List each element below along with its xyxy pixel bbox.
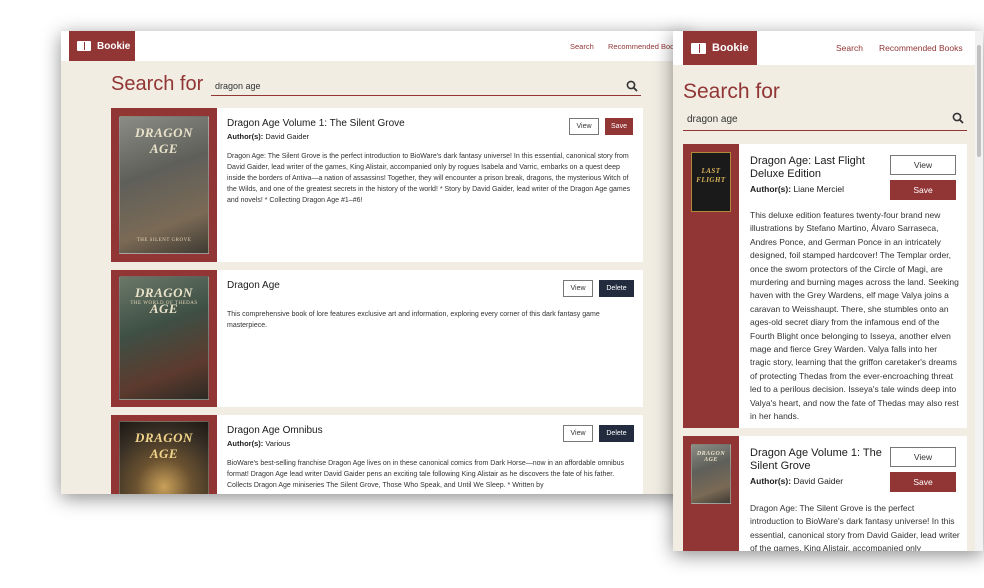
search-bar bbox=[683, 109, 967, 131]
book-cover[interactable]: DRAGON AGE THE WORLD OF THEDAS bbox=[119, 276, 209, 400]
view-button[interactable]: View bbox=[890, 155, 956, 175]
navbar: Bookie Search Recommended Books bbox=[673, 31, 975, 65]
book-authors: Author(s): David Gaider bbox=[750, 476, 844, 486]
search-icon[interactable] bbox=[626, 80, 638, 92]
book-card: DRAGON AGE Dragon Age Volume 1: The Sile… bbox=[683, 436, 967, 551]
book-authors: Author(s): David Gaider bbox=[227, 132, 310, 141]
cover-column: DRAGON AGE THE SILENT GROVE bbox=[111, 108, 217, 262]
save-button[interactable]: Save bbox=[890, 472, 956, 492]
book-card: DRAGON AGE THE SILENT GROVE Dragon Age V… bbox=[111, 108, 643, 262]
book-title: Dragon Age Volume 1: The Silent Grove bbox=[227, 118, 405, 129]
page-title: Search for bbox=[683, 80, 780, 103]
book-title: Dragon Age Volume 1: The Silent Grove bbox=[750, 447, 882, 472]
nav-link-recommended[interactable]: Recommended Books bbox=[608, 42, 682, 51]
view-button[interactable]: View bbox=[569, 118, 599, 135]
book-title: Dragon Age: Last Flight Deluxe Edition bbox=[750, 155, 865, 180]
brand-logo[interactable]: Bookie bbox=[683, 31, 757, 65]
nav-link-search[interactable]: Search bbox=[570, 42, 594, 51]
nav-link-recommended[interactable]: Recommended Books bbox=[879, 43, 963, 53]
delete-button[interactable]: Delete bbox=[599, 425, 634, 442]
book-title: Dragon Age bbox=[227, 280, 280, 291]
search-input[interactable] bbox=[215, 77, 602, 95]
book-description: This comprehensive book of lore features… bbox=[227, 311, 600, 329]
book-description: Dragon Age: The Silent Grove is the perf… bbox=[750, 503, 960, 551]
search-bar bbox=[211, 77, 641, 96]
book-cover[interactable]: DRAGON AGE THE SILENT GROVE bbox=[119, 116, 209, 254]
book-cover[interactable]: DRAGON AGE bbox=[691, 444, 731, 504]
cover-column: LAST FLIGHT bbox=[683, 144, 739, 428]
cover-column: DRAGON AGE bbox=[111, 415, 217, 494]
book-description: Dragon Age: The Silent Grove is the perf… bbox=[227, 153, 631, 204]
page-title: Search for bbox=[111, 73, 204, 95]
book-card: DRAGON AGE Dragon Age Omnibus Author(s):… bbox=[111, 415, 643, 494]
book-description: This deluxe edition features twenty-four… bbox=[750, 210, 959, 422]
cover-column: DRAGON AGE bbox=[683, 436, 739, 551]
search-input[interactable] bbox=[687, 109, 943, 130]
mobile-view-window: Bookie Search Recommended Books Search f… bbox=[673, 31, 983, 551]
nav-link-search[interactable]: Search bbox=[836, 43, 863, 53]
book-cover[interactable]: DRAGON AGE bbox=[119, 421, 209, 494]
open-book-icon bbox=[691, 42, 706, 54]
book-description: BioWare's best-selling franchise Dragon … bbox=[227, 460, 625, 489]
brand-logo[interactable]: Bookie bbox=[69, 31, 135, 61]
book-card: LAST FLIGHT Dragon Age: Last Flight Delu… bbox=[683, 144, 967, 428]
cover-column: DRAGON AGE THE WORLD OF THEDAS bbox=[111, 270, 217, 407]
view-button[interactable]: View bbox=[563, 280, 593, 297]
scrollbar-thumb[interactable] bbox=[977, 45, 981, 157]
view-button[interactable]: View bbox=[890, 447, 956, 467]
book-title: Dragon Age Omnibus bbox=[227, 425, 323, 436]
navbar: Bookie Search Recommended Books bbox=[61, 31, 687, 61]
open-book-icon bbox=[77, 41, 91, 51]
book-authors: Author(s): Various bbox=[227, 439, 291, 448]
book-card: DRAGON AGE THE WORLD OF THEDAS Dragon Ag… bbox=[111, 270, 643, 407]
book-cover[interactable]: LAST FLIGHT bbox=[691, 152, 731, 212]
desktop-view-window: Bookie Search Recommended Books Search f… bbox=[61, 31, 687, 494]
delete-button[interactable]: Delete bbox=[599, 280, 634, 297]
vertical-scrollbar[interactable] bbox=[975, 31, 983, 551]
save-button[interactable]: Save bbox=[890, 180, 956, 200]
view-button[interactable]: View bbox=[563, 425, 593, 442]
brand-name: Bookie bbox=[97, 40, 131, 52]
brand-name: Bookie bbox=[712, 42, 749, 54]
save-button[interactable]: Save bbox=[605, 118, 633, 135]
search-icon[interactable] bbox=[952, 112, 964, 124]
book-authors: Author(s): Liane Merciel bbox=[750, 184, 845, 194]
